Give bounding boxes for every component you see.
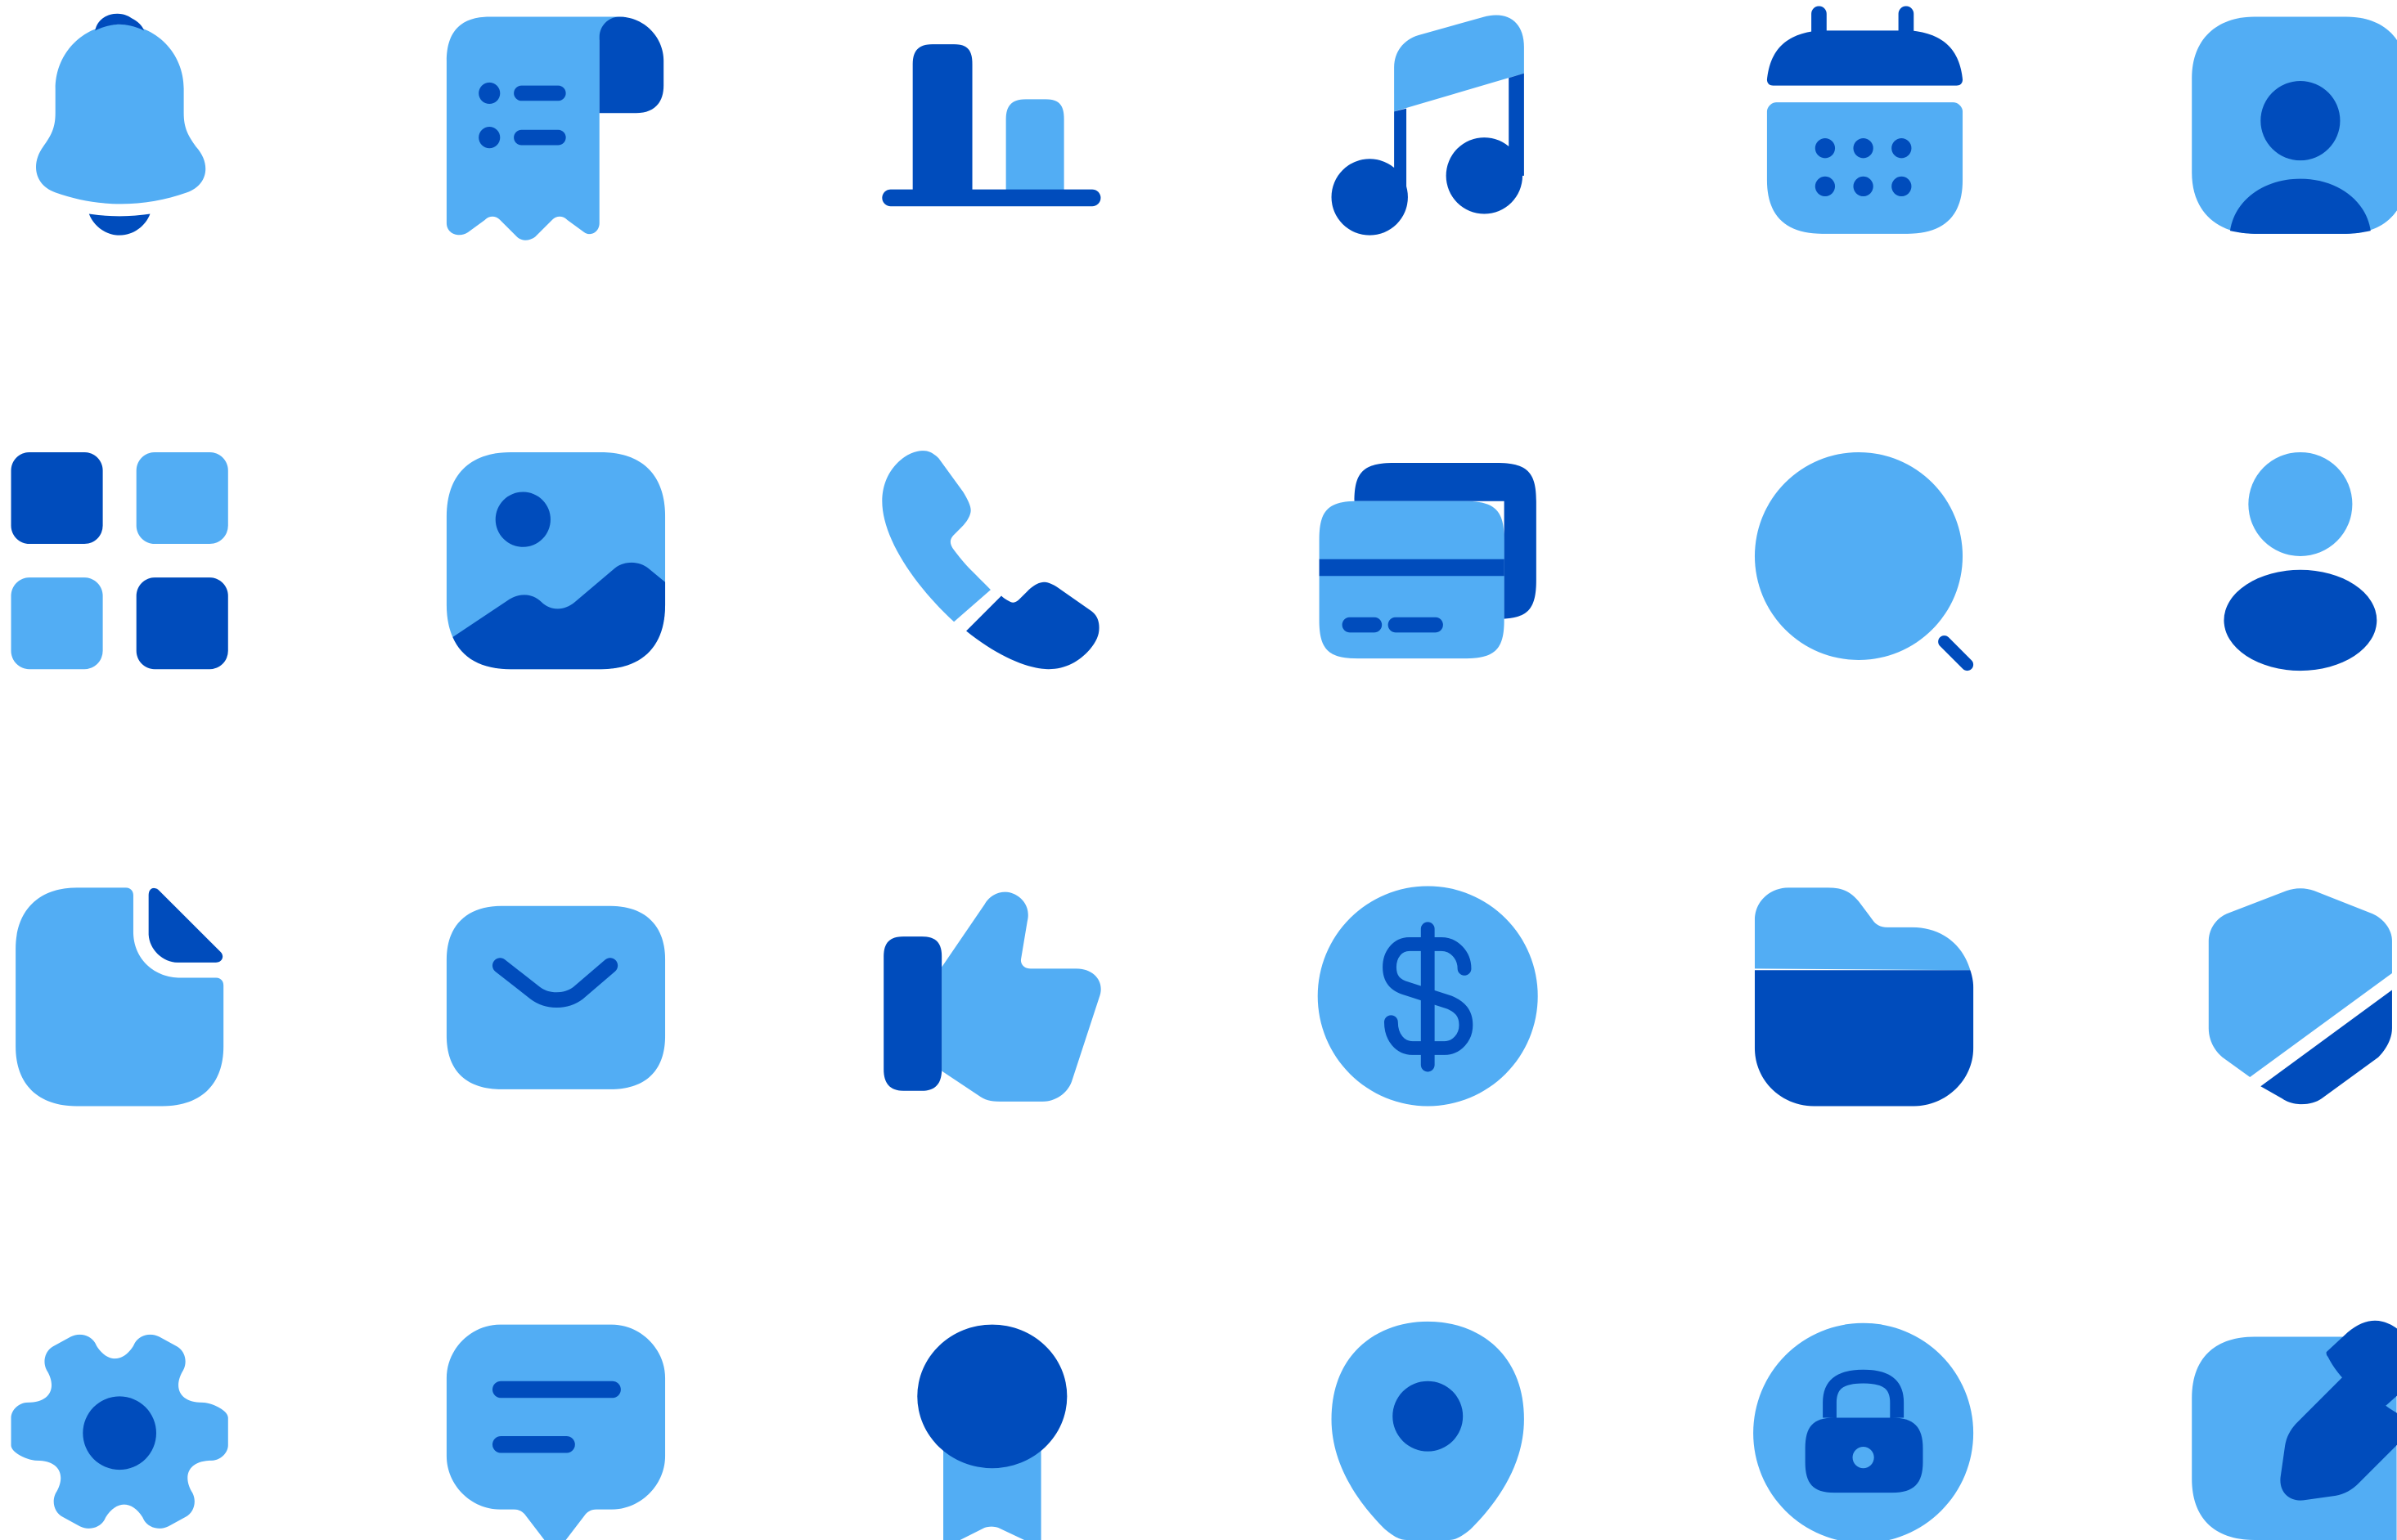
document-icon (16, 887, 224, 1107)
message-icon (446, 1324, 666, 1540)
thumbs-up-icon (884, 891, 1101, 1102)
award-icon (917, 1324, 1068, 1540)
user-icon (2224, 451, 2377, 671)
location-pin-icon (1331, 1321, 1524, 1540)
phone-icon (882, 451, 1100, 670)
bell-icon (36, 13, 206, 236)
folder-icon (1754, 887, 1974, 1107)
receipt-icon (446, 16, 664, 240)
icon-sheet (0, 0, 2397, 1540)
gear-icon (11, 1334, 228, 1529)
lock-circle-icon (1753, 1322, 1974, 1540)
cards-icon (1319, 463, 1536, 659)
image-icon (446, 451, 666, 670)
grid-icon (11, 451, 228, 670)
profile-card-icon (2192, 16, 2397, 234)
edit-icon (2192, 1320, 2397, 1540)
music-note-icon (1331, 15, 1524, 236)
chart-icon (882, 44, 1101, 207)
shield-icon (2208, 888, 2392, 1105)
search-icon (1754, 451, 1974, 671)
calendar-icon (1766, 6, 1963, 234)
dollar-circle-icon (1317, 886, 1538, 1107)
mail-icon (446, 905, 666, 1089)
